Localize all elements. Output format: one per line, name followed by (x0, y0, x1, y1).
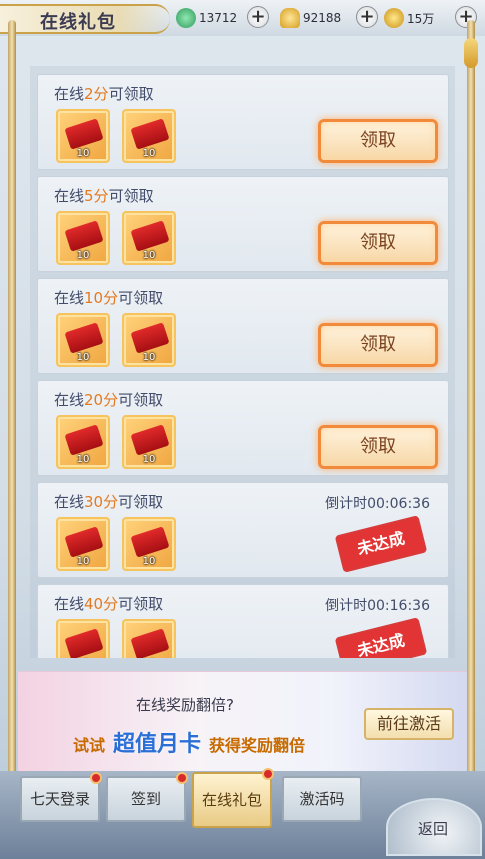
tab-activation-code[interactable]: 激活码 (282, 776, 362, 822)
claim-button[interactable]: 领取 (318, 425, 438, 469)
tab-sign-in[interactable]: 签到 (106, 772, 188, 822)
reward-label: 在线5分可领取 (54, 187, 154, 205)
coin-value: 15万 (407, 11, 435, 26)
red-envelope-icon (130, 118, 170, 150)
gold-ingot-icon (280, 8, 300, 28)
coin-resource: 15万 (384, 7, 434, 29)
reward-label: 在线20分可领取 (54, 391, 164, 409)
gold-value: 92188 (303, 11, 342, 25)
right-rod (467, 20, 475, 780)
red-envelope-icon (130, 220, 170, 252)
claim-button[interactable]: 领取 (318, 323, 438, 367)
red-envelope-item[interactable]: 10 (122, 109, 176, 163)
scroll-ornament (464, 38, 478, 68)
reward-row: 在线10分可领取 10 10 领取 (37, 278, 449, 374)
left-rod (8, 20, 16, 780)
red-envelope-icon (64, 118, 104, 150)
notification-dot-icon (90, 772, 102, 784)
red-envelope-item[interactable]: 10 (56, 211, 110, 265)
red-envelope-icon (64, 322, 104, 354)
red-envelope-item[interactable]: 10 (122, 415, 176, 469)
reward-label: 在线10分可领取 (54, 289, 164, 307)
red-envelope-item[interactable]: 10 (122, 619, 176, 658)
add-jade-button[interactable]: + (247, 6, 269, 28)
add-gold-button[interactable]: + (356, 6, 378, 28)
tab-online-gift[interactable]: 在线礼包 (192, 768, 274, 828)
month-card-banner: 在线奖励翻倍? 试试 超值月卡 获得奖励翻倍 前往激活 (18, 671, 467, 771)
red-envelope-item[interactable]: 10 (56, 415, 110, 469)
gold-resource: 92188 (280, 7, 341, 29)
jade-value: 13712 (199, 11, 238, 25)
red-envelope-item[interactable]: 10 (122, 517, 176, 571)
red-envelope-icon (64, 424, 104, 456)
jade-icon (176, 8, 196, 28)
red-envelope-item[interactable]: 10 (56, 109, 110, 163)
red-envelope-item[interactable]: 10 (56, 517, 110, 571)
not-reached-stamp: 未达成 (334, 617, 428, 658)
reward-list[interactable]: 在线2分可领取 10 10 领取 在线5分可领取 10 10 领取 在线10分可… (30, 66, 455, 658)
reward-row: 在线40分可领取 倒计时00:16:36 10 10 未达成 (37, 584, 449, 658)
not-reached-stamp: 未达成 (334, 515, 428, 573)
notification-dot-icon (176, 772, 188, 784)
reward-label: 在线2分可领取 (54, 85, 154, 103)
claim-button[interactable]: 领取 (318, 119, 438, 163)
reward-row: 在线5分可领取 10 10 领取 (37, 176, 449, 272)
promo-card-name: 超值月卡 (113, 731, 202, 757)
reward-row: 在线20分可领取 10 10 领取 (37, 380, 449, 476)
red-envelope-item[interactable]: 10 (56, 313, 110, 367)
red-envelope-icon (64, 220, 104, 252)
coin-icon (384, 8, 404, 28)
promo-question: 在线奖励翻倍? (136, 696, 234, 714)
promo-line: 试试 超值月卡 获得奖励翻倍 (73, 726, 305, 758)
red-envelope-icon (130, 628, 170, 658)
red-envelope-item[interactable]: 10 (122, 211, 176, 265)
red-envelope-icon (64, 526, 104, 558)
countdown-timer: 倒计时00:06:36 (325, 496, 430, 512)
reward-row: 在线2分可领取 10 10 领取 (37, 74, 449, 170)
red-envelope-item[interactable]: 10 (56, 619, 110, 658)
reward-label: 在线40分可领取 (54, 595, 164, 613)
reward-label: 在线30分可领取 (54, 493, 164, 511)
activate-button[interactable]: 前往激活 (364, 708, 454, 740)
claim-button[interactable]: 领取 (318, 221, 438, 265)
jade-resource: 13712 (176, 7, 237, 29)
promo-try: 试试 (73, 736, 106, 755)
red-envelope-item[interactable]: 10 (122, 313, 176, 367)
tab-seven-day-login[interactable]: 七天登录 (20, 772, 102, 822)
page-title: 在线礼包 (40, 12, 116, 33)
notification-dot-icon (262, 768, 274, 780)
red-envelope-icon (64, 628, 104, 658)
back-label: 返回 (418, 820, 449, 838)
countdown-timer: 倒计时00:16:36 (325, 598, 430, 614)
red-envelope-icon (130, 424, 170, 456)
reward-row: 在线30分可领取 倒计时00:06:36 10 10 未达成 (37, 482, 449, 578)
red-envelope-icon (130, 526, 170, 558)
red-envelope-icon (130, 322, 170, 354)
promo-benefit: 获得奖励翻倍 (209, 736, 306, 755)
